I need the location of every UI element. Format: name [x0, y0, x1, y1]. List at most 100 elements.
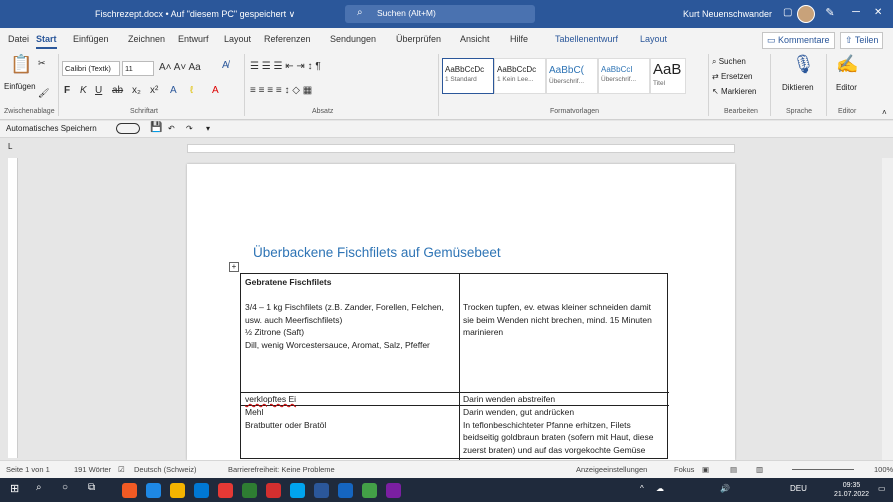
- taskbar-app-icon[interactable]: [290, 483, 305, 498]
- table-cell[interactable]: verklopftes Ei: [245, 393, 296, 406]
- editor-icon[interactable]: ✍: [836, 54, 858, 75]
- subscript-button[interactable]: x₂: [132, 85, 141, 96]
- print-layout-icon[interactable]: ▤: [730, 465, 737, 474]
- bold-button[interactable]: F: [64, 85, 70, 96]
- table-cell[interactable]: Darin wenden, gut andrücken In teflonbes…: [463, 406, 663, 459]
- notifications-icon[interactable]: ▭: [878, 484, 886, 493]
- table-cell[interactable]: 3/4 – 1 kg Fischfilets (z.B. Zander, For…: [245, 301, 455, 351]
- find-button[interactable]: ⌕ Suchen: [712, 57, 746, 67]
- tab-hilfe[interactable]: Hilfe: [510, 34, 528, 44]
- table-cell[interactable]: Mehl Bratbutter oder Bratöl: [245, 406, 455, 431]
- tab-sendungen[interactable]: Sendungen: [330, 34, 376, 44]
- font-size-field[interactable]: 11: [122, 61, 154, 76]
- tab-ansicht[interactable]: Ansicht: [460, 34, 490, 44]
- search-box[interactable]: ⌕ Suchen (Alt+M): [345, 5, 535, 23]
- font-name-field[interactable]: Calibri (Textk): [62, 61, 120, 76]
- proofing-icon[interactable]: ☑: [118, 465, 125, 474]
- tab-datei[interactable]: Datei: [8, 34, 29, 44]
- tab-ueberpruefen[interactable]: Überprüfen: [396, 34, 441, 44]
- focus-mode[interactable]: Fokus: [674, 465, 694, 474]
- clipboard-icon[interactable]: 📋: [10, 54, 32, 75]
- taskbar-app-icon[interactable]: [242, 483, 257, 498]
- tray-overflow-icon[interactable]: ^: [640, 484, 644, 493]
- zoom-level[interactable]: 100%: [874, 465, 893, 474]
- user-name[interactable]: Kurt Neuenschwander: [683, 9, 772, 19]
- tab-referenzen[interactable]: Referenzen: [264, 34, 311, 44]
- display-settings[interactable]: Anzeigeeinstellungen: [576, 465, 647, 474]
- replace-button[interactable]: ⇄ Ersetzen: [712, 72, 753, 81]
- web-layout-icon[interactable]: ▥: [756, 465, 763, 474]
- pen-icon[interactable]: ✎: [820, 6, 840, 19]
- customize-qat-icon[interactable]: ▾: [206, 124, 210, 133]
- vertical-scrollbar[interactable]: [882, 158, 893, 460]
- style-heading-1[interactable]: AaBbC( Überschrif...: [546, 58, 598, 94]
- tab-einfuegen[interactable]: Einfügen: [73, 34, 109, 44]
- grow-font-icon[interactable]: A˄ A˅ Aa: [159, 62, 201, 73]
- document-title[interactable]: Fischrezept.docx • Auf "diesem PC" gespe…: [95, 9, 295, 20]
- autosave-toggle[interactable]: [116, 123, 140, 134]
- table-move-handle-icon[interactable]: +: [229, 262, 239, 272]
- style-title[interactable]: AaB Titel: [650, 58, 686, 94]
- style-standard[interactable]: AaBbCcDc 1 Standard: [442, 58, 494, 94]
- cortana-icon[interactable]: ○: [62, 482, 68, 493]
- text-effects-icon[interactable]: A: [170, 85, 177, 96]
- microphone-icon[interactable]: 🎙: [792, 54, 815, 75]
- table-cell[interactable]: Trocken tupfen, ev. etwas kleiner schnei…: [463, 301, 663, 339]
- taskbar-app-icon[interactable]: [146, 483, 161, 498]
- tab-entwurf[interactable]: Entwurf: [178, 34, 209, 44]
- recipe-table[interactable]: + Gebratene Fischfilets 3/4 – 1 kg Fisch…: [229, 262, 669, 460]
- align-icon[interactable]: ≡ ≡ ≡ ≡ ↕ ◇ ▦: [250, 85, 312, 96]
- ruler-bar[interactable]: [187, 144, 735, 153]
- accessibility-status[interactable]: Barrierefreiheit: Keine Probleme: [228, 465, 335, 474]
- style-heading-2[interactable]: AaBbCcI Überschrif...: [598, 58, 650, 94]
- volume-icon[interactable]: 🔊: [720, 484, 730, 493]
- clock[interactable]: 09:35 21.07.2022: [834, 481, 869, 499]
- format-painter-icon[interactable]: 🖌: [38, 88, 49, 99]
- search-icon[interactable]: ⌕: [36, 482, 42, 493]
- page-count[interactable]: Seite 1 von 1: [6, 465, 50, 474]
- language-indicator[interactable]: DEU: [790, 484, 807, 493]
- read-mode-icon[interactable]: ▣: [702, 465, 709, 474]
- document-page[interactable]: Überbackene Fischfilets auf Gemüsebeet +…: [187, 164, 735, 460]
- font-color-icon[interactable]: A: [212, 85, 219, 96]
- underline-button[interactable]: U: [95, 85, 102, 96]
- taskbar-app-icon[interactable]: [386, 483, 401, 498]
- tab-stop-icon[interactable]: L: [8, 142, 12, 151]
- comments-button[interactable]: ▭ Kommentare: [762, 32, 835, 49]
- taskbar-app-icon[interactable]: [338, 483, 353, 498]
- editor-label[interactable]: Editor: [836, 83, 857, 92]
- avatar[interactable]: [797, 5, 815, 23]
- taskbar-app-icon[interactable]: [218, 483, 233, 498]
- save-icon[interactable]: 💾: [150, 122, 162, 133]
- taskbar-app-icon[interactable]: [194, 483, 209, 498]
- zoom-slider[interactable]: [792, 469, 854, 470]
- dictate-label[interactable]: Diktieren: [782, 83, 814, 92]
- collapse-ribbon-icon[interactable]: ˄: [882, 108, 887, 117]
- tab-layout[interactable]: Layout: [224, 34, 251, 44]
- clear-format-icon[interactable]: A̸: [222, 60, 229, 71]
- table-header[interactable]: Gebratene Fischfilets: [245, 276, 331, 289]
- document-heading[interactable]: Überbackene Fischfilets auf Gemüsebeet: [253, 245, 501, 260]
- bullets-icon[interactable]: ☰ ☰ ☰ ⇤ ⇥ ↕ ¶: [250, 61, 321, 72]
- paste-label[interactable]: Einfügen: [4, 82, 36, 91]
- style-no-spacing[interactable]: AaBbCcDc 1 Kein Lee...: [494, 58, 546, 94]
- task-view-icon[interactable]: ⧉: [88, 482, 95, 493]
- table-cell[interactable]: Darin wenden abstreifen: [463, 393, 555, 406]
- tab-zeichnen[interactable]: Zeichnen: [128, 34, 165, 44]
- undo-icon[interactable]: ↶: [168, 124, 175, 133]
- superscript-button[interactable]: x²: [150, 85, 158, 96]
- strike-button[interactable]: ab: [112, 85, 123, 96]
- cut-icon[interactable]: ✂: [38, 58, 46, 69]
- tab-table-layout[interactable]: Layout: [640, 34, 667, 44]
- italic-button[interactable]: K: [80, 85, 87, 96]
- tab-tabellenentwurf[interactable]: Tabellenentwurf: [555, 34, 618, 44]
- word-count[interactable]: 191 Wörter: [74, 465, 111, 474]
- minimize-button[interactable]: ─: [846, 6, 866, 18]
- taskbar-app-icon[interactable]: [362, 483, 377, 498]
- taskbar-app-icon[interactable]: [314, 483, 329, 498]
- share-button[interactable]: ⇧ Teilen: [840, 32, 884, 49]
- taskbar-app-icon[interactable]: [170, 483, 185, 498]
- select-button[interactable]: ↖ Markieren: [712, 87, 757, 96]
- taskbar-app-icon[interactable]: [122, 483, 137, 498]
- language-label[interactable]: Deutsch (Schweiz): [134, 465, 197, 474]
